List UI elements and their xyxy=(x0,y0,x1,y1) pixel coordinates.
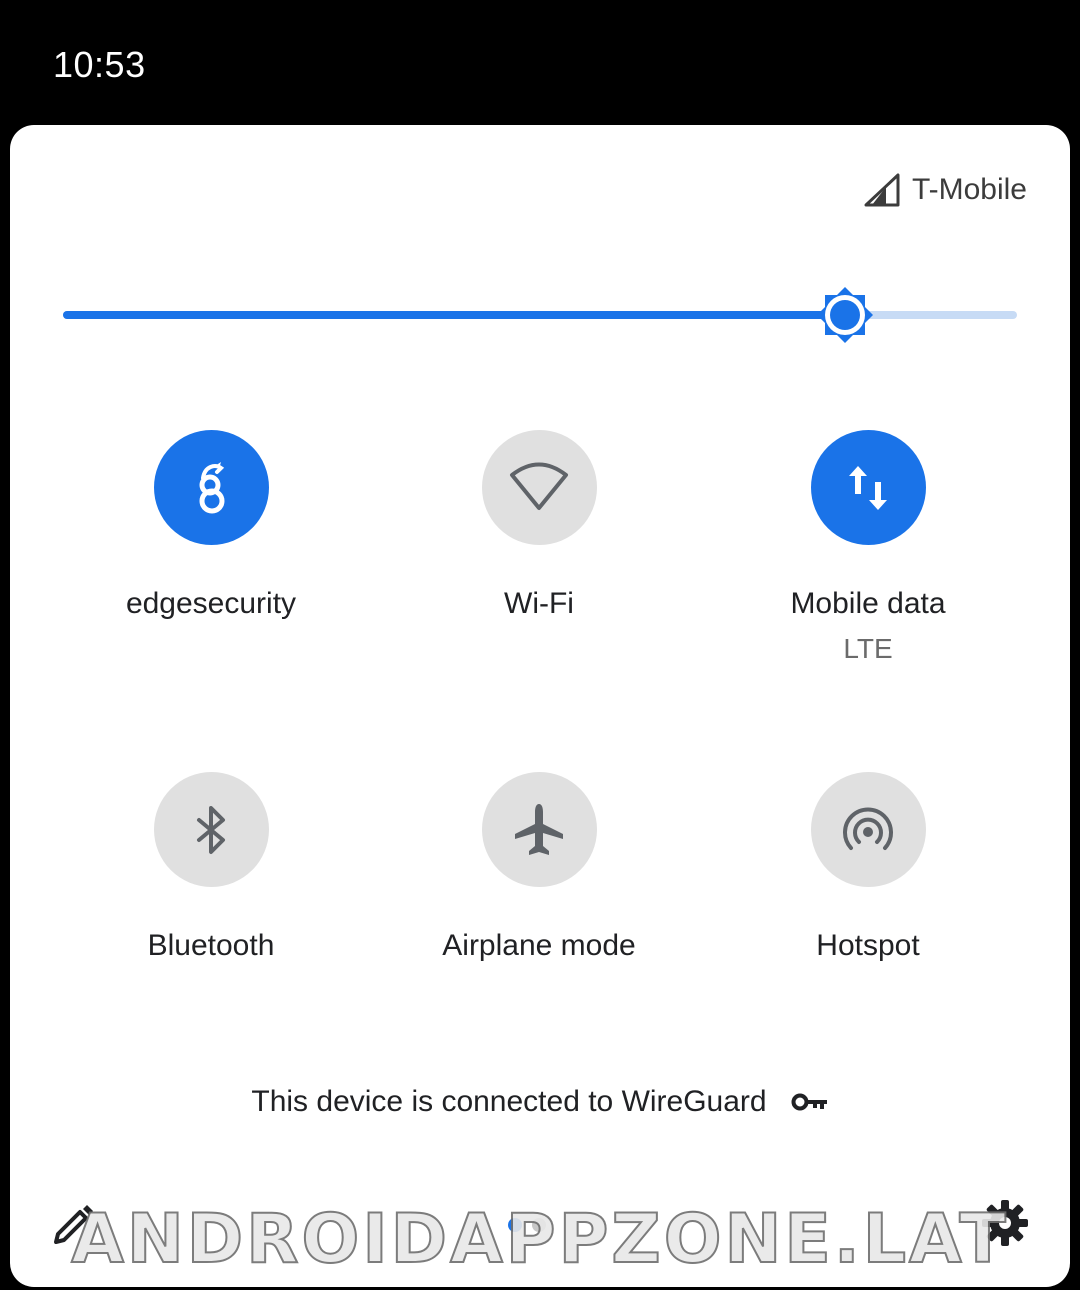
bluetooth-icon xyxy=(197,805,225,854)
vpn-key-icon xyxy=(791,1093,827,1111)
airplane-icon xyxy=(515,803,563,855)
mobile-data-icon xyxy=(849,465,887,510)
tile-edgesecurity[interactable]: edgesecurity xyxy=(47,430,375,621)
tile-wifi[interactable]: Wi-Fi xyxy=(375,430,703,621)
tile-bluetooth-button[interactable] xyxy=(153,772,269,887)
tile-airplane-mode-button[interactable] xyxy=(481,772,597,887)
quick-settings-panel: T-Mobile edgesecurity Wi-Fi Mobile data … xyxy=(10,125,1070,1287)
signal-icon xyxy=(864,173,900,207)
brightness-thumb-icon[interactable] xyxy=(815,285,875,345)
vpn-status-text: This device is connected to WireGuard xyxy=(251,1085,767,1118)
hotspot-icon xyxy=(843,807,893,850)
tile-edgesecurity-button[interactable] xyxy=(153,430,269,545)
vpn-status[interactable]: This device is connected to WireGuard xyxy=(10,1085,1070,1119)
tile-bluetooth-label: Bluetooth xyxy=(147,929,275,962)
brightness-slider[interactable] xyxy=(63,285,1017,345)
tile-mobile-data-sublabel: LTE xyxy=(843,633,893,664)
status-clock: 10:53 xyxy=(53,44,146,85)
tile-bluetooth[interactable]: Bluetooth xyxy=(47,772,375,963)
tile-edgesecurity-label: edgesecurity xyxy=(125,587,297,620)
tile-wifi-button[interactable] xyxy=(481,430,597,545)
tile-airplane-mode[interactable]: Airplane mode xyxy=(375,772,703,963)
brightness-track-fill xyxy=(63,311,846,319)
status-bar: 10:53 xyxy=(0,0,1080,125)
tile-wifi-label: Wi-Fi xyxy=(504,587,574,620)
tile-hotspot-button[interactable] xyxy=(810,772,926,887)
tile-mobile-data-label: Mobile data xyxy=(790,587,946,620)
tile-mobile-data[interactable]: Mobile data LTE xyxy=(704,430,1032,665)
tile-airplane-mode-label: Airplane mode xyxy=(442,929,636,962)
watermark-text: ANDROIDAPPZONE.LAT xyxy=(70,1199,1009,1280)
wifi-icon xyxy=(510,462,568,510)
tile-hotspot[interactable]: Hotspot xyxy=(704,772,1032,963)
wireguard-icon xyxy=(199,461,225,513)
tile-mobile-data-button[interactable] xyxy=(810,430,926,545)
tile-hotspot-label: Hotspot xyxy=(816,929,920,962)
carrier-indicator: T-Mobile xyxy=(864,173,1027,207)
carrier-name: T-Mobile xyxy=(911,173,1027,206)
